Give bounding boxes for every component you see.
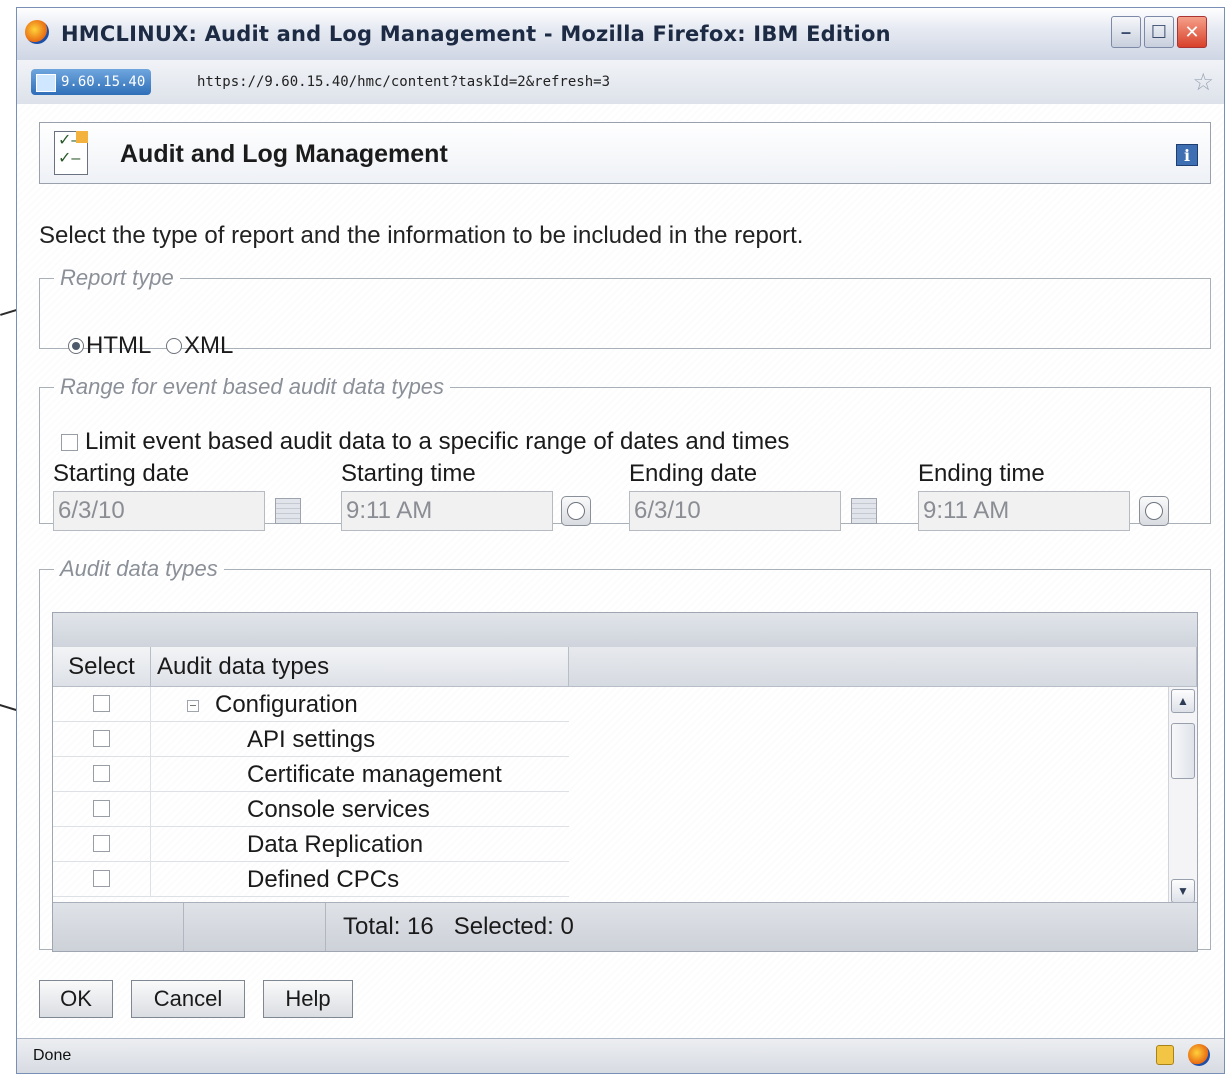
instruction-text: Select the type of report and the inform…	[39, 222, 804, 249]
firefox-icon	[25, 20, 49, 44]
ending-time-input[interactable]: 9:11 AM	[918, 491, 1130, 531]
ok-button[interactable]: OK	[39, 980, 113, 1018]
row-label: Console services	[247, 796, 430, 823]
audit-types-table: Select Audit data types Configuration AP…	[52, 612, 1198, 952]
footer-segment	[53, 903, 184, 951]
xml-radio-label[interactable]: XML	[184, 332, 233, 359]
row-checkbox[interactable]	[93, 730, 110, 747]
status-text: Done	[33, 1047, 72, 1064]
checklist-fold-icon	[76, 131, 88, 143]
info-icon[interactable]: i	[1176, 144, 1198, 166]
row-label: Defined CPCs	[247, 866, 400, 893]
audit-types-group: Audit data types Select Audit data types…	[39, 556, 1211, 952]
site-identity-label: 9.60.15.40	[61, 74, 146, 90]
limit-range-checkbox[interactable]	[61, 434, 78, 451]
collapse-icon[interactable]	[187, 699, 199, 712]
row-label-cell: Defined CPCs	[151, 862, 569, 896]
select-cell	[53, 722, 151, 756]
table-row: Defined CPCs	[53, 862, 569, 897]
scroll-down-icon[interactable]: ▼	[1171, 879, 1195, 903]
row-checkbox[interactable]	[93, 695, 110, 712]
table-toolbar	[53, 613, 1197, 648]
status-bar: Done	[17, 1038, 1224, 1073]
maximize-button[interactable]: ☐	[1144, 16, 1174, 48]
ending-date-label: Ending date	[629, 460, 758, 487]
row-label-cell: Data Replication	[151, 827, 569, 861]
bookmark-star-icon[interactable]: ☆	[1192, 68, 1214, 97]
row-checkbox[interactable]	[93, 835, 110, 852]
table-row: Data Replication	[53, 827, 569, 862]
table-totals: Total: 16 Selected: 0	[343, 913, 574, 940]
row-checkbox[interactable]	[93, 765, 110, 782]
cancel-button[interactable]: Cancel	[131, 980, 245, 1018]
table-row: API settings	[53, 722, 569, 757]
title-bar: HMCLINUX: Audit and Log Management - Moz…	[17, 8, 1224, 61]
audit-types-column-header[interactable]: Audit data types	[151, 647, 569, 687]
panel-header: ✓– ✓– Audit and Log Management i	[39, 122, 1211, 184]
help-button[interactable]: Help	[263, 980, 353, 1018]
url-field[interactable]: https://9.60.15.40/hmc/content?taskId=2&…	[197, 69, 1184, 95]
select-column-header[interactable]: Select	[53, 647, 151, 687]
row-label-cell: Certificate management	[151, 757, 569, 791]
empty-column-header	[569, 647, 1197, 687]
html-radio-label[interactable]: HTML	[86, 332, 151, 359]
table-row: Configuration	[53, 687, 569, 722]
scroll-thumb[interactable]	[1171, 723, 1195, 779]
site-favicon-icon	[36, 74, 56, 92]
starting-date-calendar-icon[interactable]	[275, 498, 301, 524]
row-label: Data Replication	[247, 831, 424, 858]
close-button[interactable]: ✕	[1177, 16, 1207, 48]
starting-time-input[interactable]: 9:11 AM	[341, 491, 553, 531]
range-legend: Range for event based audit data types	[60, 374, 445, 399]
select-cell	[53, 827, 151, 861]
firefox-status-icon[interactable]	[1188, 1044, 1210, 1066]
page-content: ✓– ✓– Audit and Log Management i Select t…	[17, 104, 1224, 1039]
checklist-icon: ✓– ✓–	[54, 131, 88, 175]
select-cell	[53, 862, 151, 896]
row-label: API settings	[247, 726, 376, 753]
report-type-legend: Report type	[60, 265, 174, 290]
window-title: HMCLINUX: Audit and Log Management - Moz…	[61, 22, 891, 46]
footer-segment	[183, 903, 326, 951]
select-cell	[53, 757, 151, 791]
page-title: Audit and Log Management	[120, 140, 448, 168]
site-identity-badge[interactable]: 9.60.15.40	[31, 69, 152, 95]
table-footer: Total: 16 Selected: 0	[53, 902, 1197, 951]
minimize-button[interactable]: –	[1111, 16, 1141, 48]
row-label: Configuration	[215, 691, 358, 718]
starting-time-clock-icon[interactable]	[561, 496, 591, 526]
table-scrollbar[interactable]: ▲ ▼	[1168, 687, 1197, 905]
row-checkbox[interactable]	[93, 800, 110, 817]
starting-time-label: Starting time	[341, 460, 476, 487]
ending-time-label: Ending time	[918, 460, 1045, 487]
lock-icon[interactable]	[1156, 1045, 1174, 1065]
starting-date-label: Starting date	[53, 460, 190, 487]
limit-range-label[interactable]: Limit event based audit data to a specif…	[85, 428, 789, 456]
row-label-cell: API settings	[151, 722, 569, 756]
table-row: Console services	[53, 792, 569, 827]
row-checkbox[interactable]	[93, 870, 110, 887]
row-label-cell: Configuration	[151, 687, 569, 721]
select-cell	[53, 687, 151, 721]
ending-date-input[interactable]: 6/3/10	[629, 491, 841, 531]
ending-date-calendar-icon[interactable]	[851, 498, 877, 524]
address-bar: 9.60.15.40 https://9.60.15.40/hmc/conten…	[17, 60, 1224, 105]
select-cell	[53, 792, 151, 826]
report-type-group: Report type HTML XML	[39, 265, 1211, 359]
html-radio[interactable]	[68, 337, 84, 354]
audit-types-legend: Audit data types	[60, 556, 218, 581]
xml-radio[interactable]	[166, 337, 183, 354]
browser-window: HMCLINUX: Audit and Log Management - Moz…	[16, 7, 1225, 1074]
starting-date-input[interactable]: 6/3/10	[53, 491, 265, 531]
row-label: Certificate management	[247, 761, 502, 788]
row-label-cell: Console services	[151, 792, 569, 826]
ending-time-clock-icon[interactable]	[1139, 496, 1169, 526]
report-type-options: HTML XML	[68, 331, 241, 360]
table-row: Certificate management	[53, 757, 569, 792]
scroll-up-icon[interactable]: ▲	[1171, 689, 1195, 713]
